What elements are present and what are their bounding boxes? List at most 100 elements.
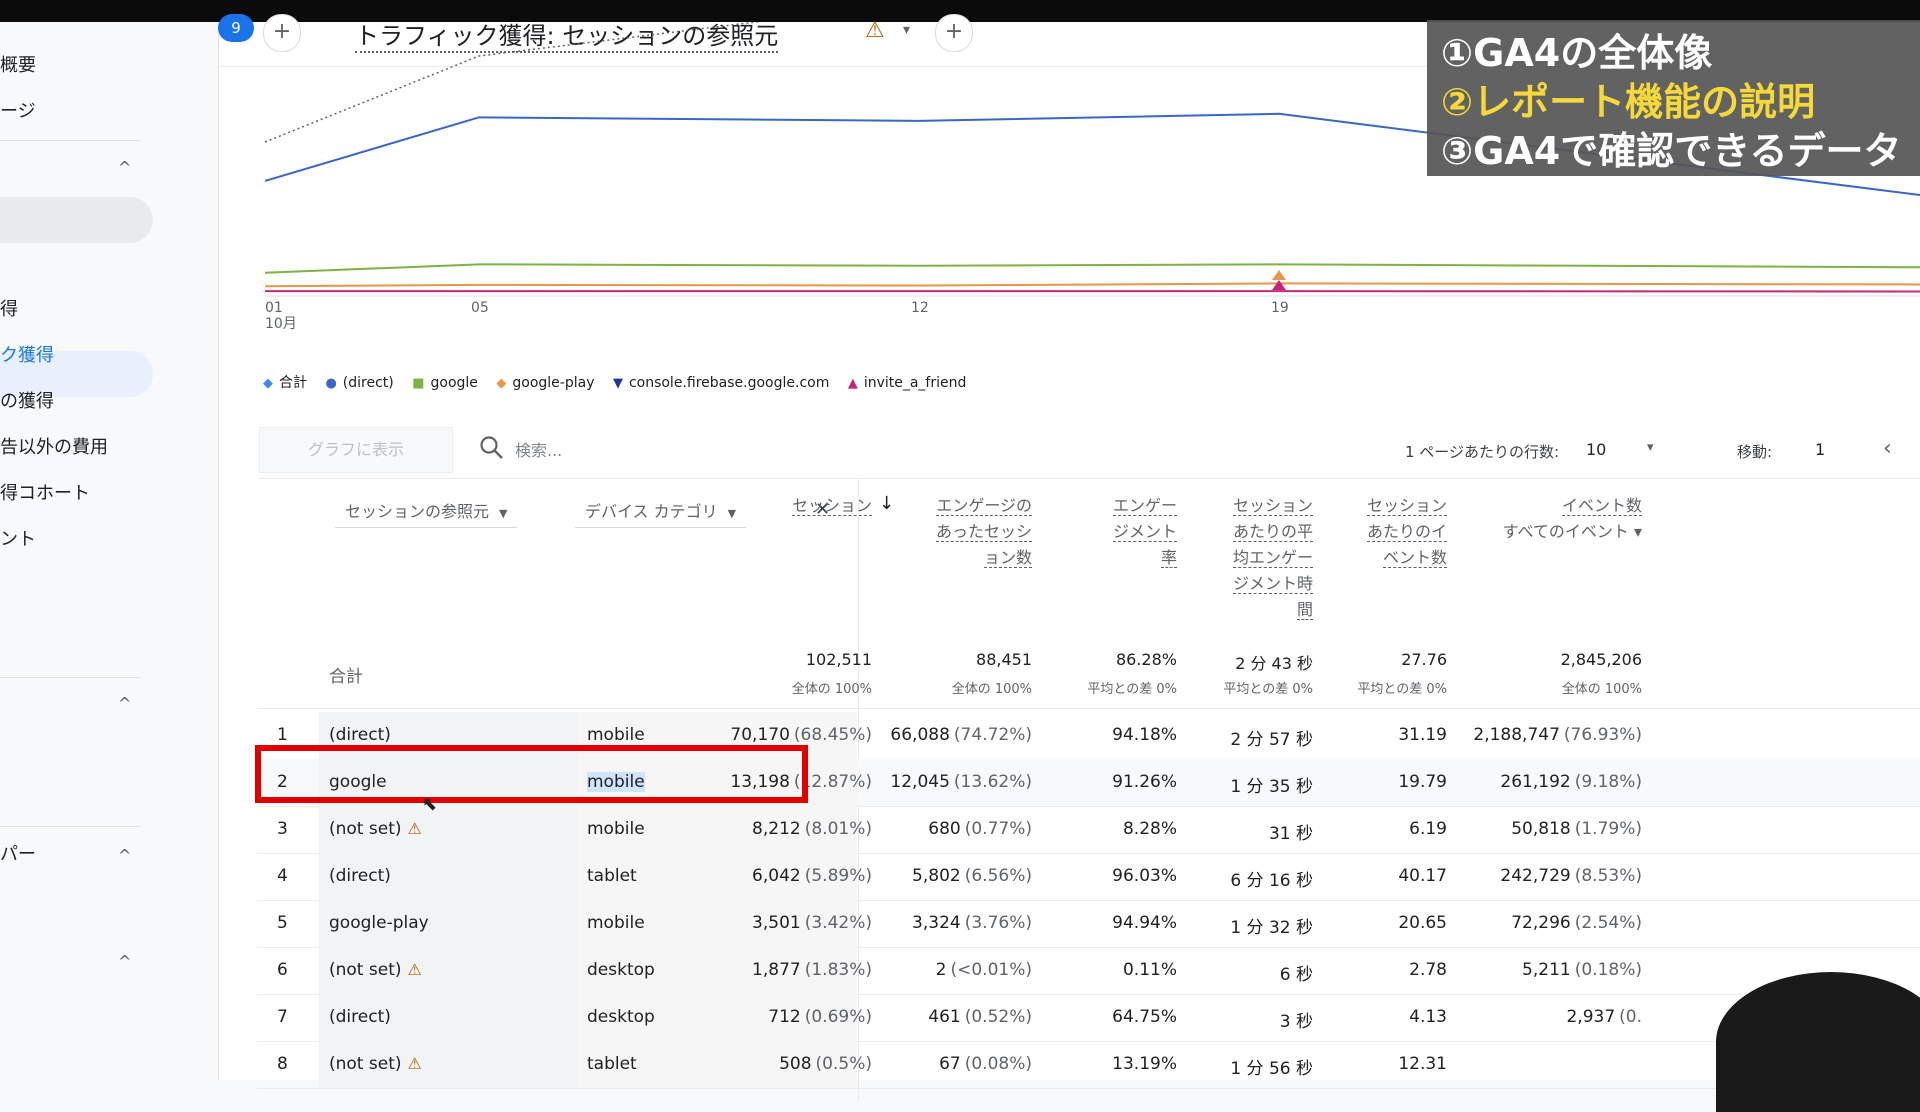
metric-value: 67 xyxy=(939,1054,961,1074)
metric-cell: 12,045(13.62%) xyxy=(890,772,1032,792)
table-toolbar: グラフに表示 1 ページあたりの行数: 10 ▾ 移動: 1 ‹ xyxy=(259,422,1920,479)
metric-value: 4.13 xyxy=(1409,1007,1447,1027)
primary-dimension-select[interactable]: セッションの参照元 ▼ xyxy=(335,497,517,528)
device-label: tablet xyxy=(587,1054,637,1074)
source-label[interactable]: (not set) xyxy=(329,819,402,839)
metric-cell: 2,188,747(76.93%) xyxy=(1473,725,1642,745)
search-input[interactable] xyxy=(513,434,917,466)
legend-item-google-play[interactable]: ◆google-play xyxy=(496,375,594,391)
metric-cell: 8.28% xyxy=(1123,819,1177,839)
column-header-2[interactable]: エンゲージメント率 xyxy=(1113,493,1177,571)
column-header-5[interactable]: イベント数すべてのイベント ▾ xyxy=(1503,493,1642,545)
metric-cell: 242,729(8.53%) xyxy=(1500,866,1642,886)
chevron-down-icon: ▼ xyxy=(499,507,507,520)
table-row[interactable]: 3(not set)⚠mobile8,212(8.01%)680(0.77%)8… xyxy=(257,806,1920,854)
table-row[interactable]: 7(direct)desktop712(0.69%)461(0.52%)64.7… xyxy=(257,994,1920,1042)
total-row-divider xyxy=(257,708,1920,709)
metric-value: 508 xyxy=(779,1054,811,1074)
metric-cell: 31 秒 xyxy=(1269,819,1313,844)
column-header-0[interactable]: セッション xyxy=(792,493,872,519)
column-header-text: セッション xyxy=(1233,496,1313,516)
primary-dimension-label: セッションの参照元 xyxy=(345,502,489,521)
triangle-up-icon: ▲ xyxy=(848,376,858,391)
source-label[interactable]: google-play xyxy=(329,913,429,933)
metric-cell: 0.11% xyxy=(1123,960,1177,980)
sidebar-item-acquisition-cohort[interactable]: 得コホート xyxy=(0,479,90,505)
column-header-text: 均エンゲー xyxy=(1233,548,1313,568)
table-row[interactable]: 5google-playmobile3,501(3.42%)3,324(3.76… xyxy=(257,900,1920,948)
chevron-up-icon[interactable]: ^ xyxy=(118,158,131,177)
column-header-4[interactable]: セッションあたりのイベント数 xyxy=(1367,493,1447,571)
table-row[interactable]: 6(not set)⚠desktop1,877(1.83%)2(<0.01%)0… xyxy=(257,947,1920,995)
plot-rows-button[interactable]: グラフに表示 xyxy=(259,427,453,473)
comparison-period-line xyxy=(265,22,919,142)
legend-item-google[interactable]: ■google xyxy=(412,375,478,391)
goto-page-input[interactable]: 1 xyxy=(1815,440,1825,459)
metric-cell: 50,818(1.79%) xyxy=(1511,819,1642,839)
legend-item-firebase[interactable]: ▼console.firebase.google.com xyxy=(613,375,829,391)
metric-percent: (0.18%) xyxy=(1575,960,1642,980)
sidebar-item-user-acquisition[interactable]: の獲得 xyxy=(0,387,54,413)
column-header-text: エンゲー xyxy=(1113,496,1177,516)
device-cell: mobile xyxy=(587,725,645,745)
total-subtext: 全体の 100% xyxy=(952,678,1032,697)
source-cell: (not set) ⚠ xyxy=(329,960,422,980)
row-number: 3 xyxy=(277,819,288,839)
metric-cell: 64.75% xyxy=(1112,1007,1177,1027)
column-header-text: 率 xyxy=(1161,548,1177,568)
source-label[interactable]: (direct) xyxy=(329,1007,391,1027)
source-label[interactable]: (direct) xyxy=(329,725,391,745)
chevron-up-icon[interactable]: ^ xyxy=(118,694,131,713)
row-number: 6 xyxy=(277,960,288,980)
metric-cell: 40.17 xyxy=(1398,866,1447,886)
warning-icon[interactable]: ⚠ xyxy=(408,1054,422,1073)
sidebar-item-event[interactable]: ント xyxy=(0,525,36,551)
row-number: 1 xyxy=(277,725,288,745)
x-tick-label: 05 xyxy=(471,300,489,316)
legend-item-invite[interactable]: ▲invite_a_friend xyxy=(848,375,967,391)
sidebar-item-user[interactable]: パー xyxy=(0,840,36,866)
secondary-dimension-select[interactable]: デバイス カテゴリ▼ xyxy=(575,497,746,528)
source-label[interactable]: (not set) xyxy=(329,960,402,980)
sidebar-item-non-ad-costs[interactable]: 告以外の費用 xyxy=(0,433,108,459)
chevron-down-icon[interactable]: ▾ xyxy=(1647,440,1654,455)
prev-page-button[interactable]: ‹ xyxy=(1883,436,1892,461)
device-label: mobile xyxy=(587,913,645,933)
legend-item-direct[interactable]: ●(direct) xyxy=(325,375,393,391)
source-label[interactable]: (not set) xyxy=(329,1054,402,1074)
metric-percent: (9.18%) xyxy=(1575,772,1642,792)
warning-icon[interactable]: ⚠ xyxy=(408,819,422,838)
metric-percent: (6.56%) xyxy=(965,866,1032,886)
table-row[interactable]: 4(direct)tablet6,042(5.89%)5,802(6.56%)9… xyxy=(257,853,1920,901)
metric-cell: 6 分 16 秒 xyxy=(1230,866,1313,891)
chevron-up-icon[interactable]: ^ xyxy=(118,952,131,971)
sort-desc-icon[interactable]: ↓ xyxy=(879,493,894,514)
sidebar-item-acquisition[interactable]: 得 xyxy=(0,295,18,321)
sidebar-item-pages[interactable]: ージ xyxy=(0,97,36,123)
metric-cell: 70,170(68.45%) xyxy=(730,725,872,745)
source-label[interactable]: (direct) xyxy=(329,866,391,886)
metric-value: 3,501 xyxy=(752,913,801,933)
table-row[interactable]: 8(not set)⚠tablet508(0.5%)67(0.08%)13.19… xyxy=(257,1041,1920,1089)
device-cell: tablet xyxy=(587,866,637,886)
device-cell: mobile xyxy=(587,819,645,839)
total-value: 27.76 xyxy=(1401,650,1447,669)
metric-value: 94.18% xyxy=(1112,725,1177,745)
column-header-3[interactable]: セッションあたりの平均エンゲージメント時間 xyxy=(1233,493,1313,623)
row-number: 5 xyxy=(277,913,288,933)
column-header-1[interactable]: エンゲージのあったセッション数 xyxy=(936,493,1032,571)
chevron-up-icon[interactable]: ^ xyxy=(118,846,131,865)
legend-item-total[interactable]: ◆合計 xyxy=(263,372,307,392)
warning-icon[interactable]: ⚠ xyxy=(408,960,422,979)
metric-value: 2.78 xyxy=(1409,960,1447,980)
sidebar-item-overview[interactable]: 概要 xyxy=(0,51,36,77)
metric-value: 12,045 xyxy=(890,772,949,792)
x-axis-month-label: 10月 xyxy=(265,316,297,332)
sidebar-item-traffic-acquisition[interactable]: ク獲得 xyxy=(0,341,54,367)
metric-cell: 5,211(0.18%) xyxy=(1522,960,1642,980)
metric-cell: 31.19 xyxy=(1398,725,1447,745)
rows-per-page-select[interactable]: 10 xyxy=(1586,440,1606,459)
device-cell: desktop xyxy=(587,960,655,980)
metric-cell xyxy=(1638,1054,1642,1074)
metric-cell: 2(<0.01%) xyxy=(936,960,1032,980)
